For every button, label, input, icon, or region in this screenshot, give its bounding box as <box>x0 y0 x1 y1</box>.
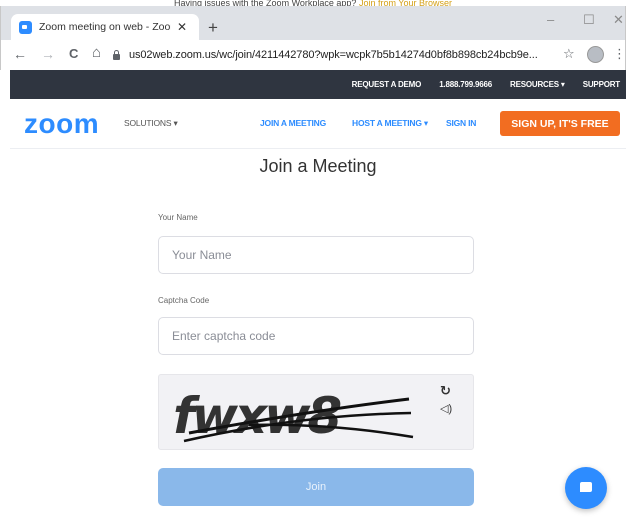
captcha-input[interactable] <box>158 317 474 355</box>
host-meeting-menu[interactable]: HOST A MEETING ▾ <box>352 118 428 129</box>
zoom-navbar: zoom SOLUTIONS ▾ JOIN A MEETING HOST A M… <box>10 99 626 149</box>
captcha-graphic: fwxw8 <box>173 387 414 445</box>
tab-close-icon[interactable]: ✕ <box>177 20 187 34</box>
page-title: Join a Meeting <box>259 156 377 176</box>
join-meeting-link[interactable]: JOIN A MEETING <box>260 118 326 128</box>
captcha-label: Captcha Code <box>158 296 210 305</box>
browser-tab[interactable]: Zoom meeting on web - Zoom ✕ <box>11 14 199 40</box>
request-demo-link[interactable]: REQUEST A DEMO <box>352 80 422 89</box>
captcha-text: fwxw8 <box>173 387 340 445</box>
refresh-icon[interactable]: ↻ <box>440 383 451 399</box>
support-link[interactable]: SUPPORT <box>583 80 620 89</box>
new-tab-icon[interactable]: + <box>208 18 218 38</box>
window-close-icon[interactable]: ✕ <box>613 12 624 28</box>
bookmark-star-icon[interactable]: ☆ <box>563 46 575 62</box>
sign-up-button[interactable]: SIGN UP, IT'S FREE <box>500 111 620 136</box>
address-bar[interactable]: us02web.zoom.us/wc/join/4211442780?wpk=w… <box>113 44 583 66</box>
home-icon[interactable]: ⌂ <box>92 44 101 61</box>
speaker-icon[interactable]: ◁) <box>440 402 452 415</box>
back-icon[interactable]: ← <box>13 46 27 62</box>
maximize-icon[interactable]: ☐ <box>583 12 595 28</box>
profile-avatar-icon[interactable] <box>587 46 604 63</box>
minimize-icon[interactable]: – <box>547 12 554 27</box>
phone-number[interactable]: 1.888.799.9666 <box>439 80 492 89</box>
lock-icon <box>113 49 120 60</box>
captcha-image: fwxw8 <box>158 374 474 450</box>
browser-tab-strip: Zoom meeting on web - Zoom ✕ + – ☐ ✕ <box>0 6 626 40</box>
name-label: Your Name <box>158 213 198 222</box>
zoom-top-bar: REQUEST A DEMO 1.888.799.9666 RESOURCES … <box>10 70 626 99</box>
browser-menu-icon[interactable]: ⋮ <box>613 46 626 62</box>
zoom-favicon-icon <box>19 20 32 34</box>
forward-icon[interactable]: → <box>41 46 55 62</box>
name-input[interactable] <box>158 236 474 274</box>
reload-icon[interactable]: C <box>69 46 78 61</box>
tab-title: Zoom meeting on web - Zoom <box>39 21 171 33</box>
browser-toolbar: ← → C ⌂ us02web.zoom.us/wc/join/42114427… <box>0 40 626 70</box>
join-button[interactable]: Join <box>158 468 474 506</box>
resources-menu[interactable]: RESOURCES ▾ <box>510 80 565 89</box>
zoom-logo[interactable]: zoom <box>24 110 99 138</box>
chat-bubble-icon[interactable] <box>565 467 607 509</box>
sign-in-link[interactable]: SIGN IN <box>446 118 476 128</box>
url-text: us02web.zoom.us/wc/join/4211442780?wpk=w… <box>129 49 538 61</box>
solutions-menu[interactable]: SOLUTIONS ▾ <box>124 118 178 129</box>
